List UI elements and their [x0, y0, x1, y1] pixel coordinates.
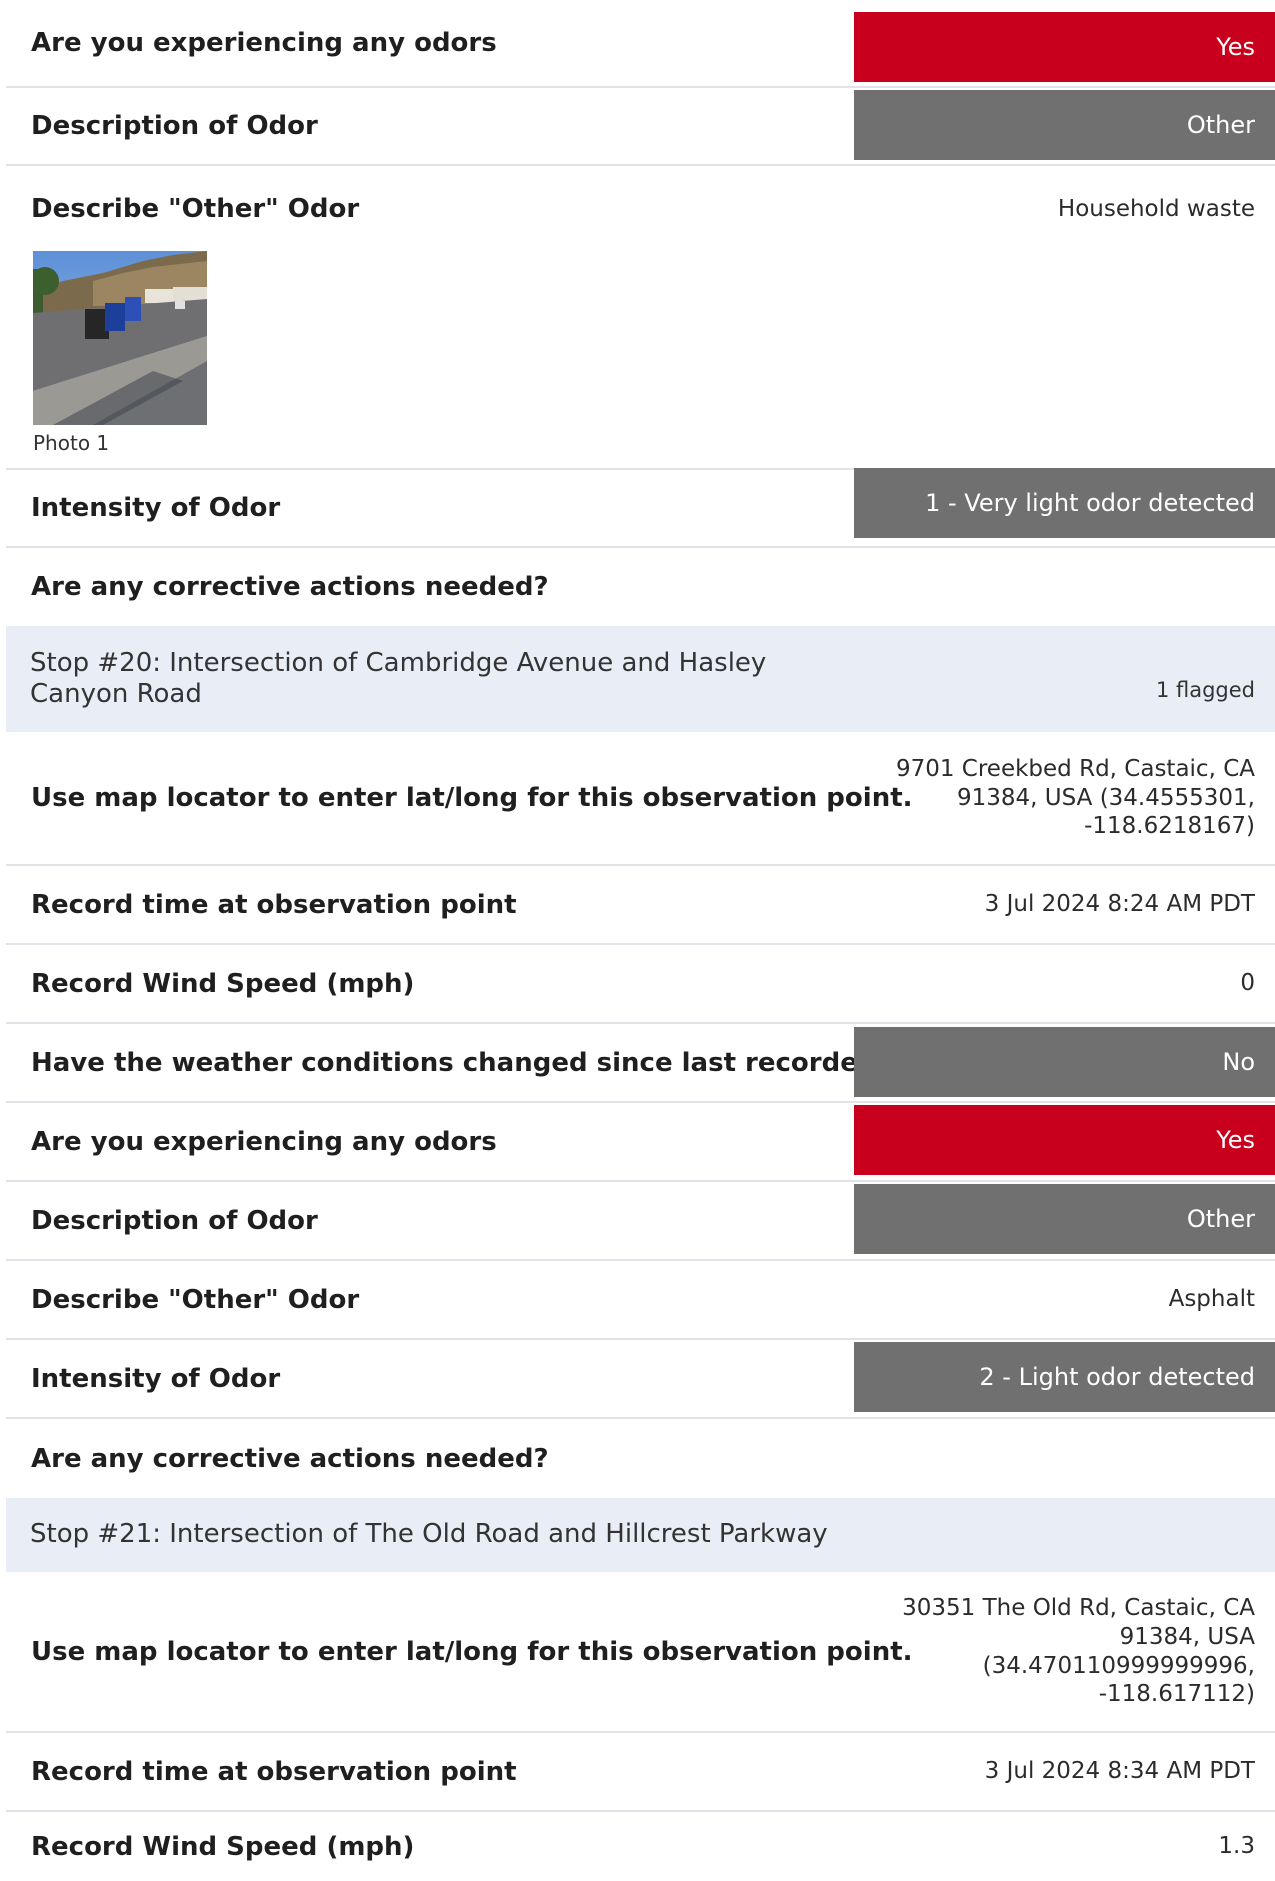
- location-value: 9701 Creekbed Rd, Castaic, CA 91384, USA…: [895, 755, 1255, 840]
- answer-value: Household waste: [1057, 195, 1255, 222]
- answer-badge-yes: Yes: [854, 1105, 1275, 1175]
- question-label: Have the weather conditions changed sinc…: [31, 1047, 892, 1078]
- question-row: Describe "Other" Odor Asphalt: [6, 1261, 1275, 1340]
- question-row: Are you experiencing any odors Yes: [6, 0, 1275, 88]
- question-label: Description of Odor: [31, 1205, 318, 1236]
- question-row: Description of Odor Other: [6, 1182, 1275, 1261]
- stop-title: Stop #20: Intersection of Cambridge Aven…: [30, 647, 767, 709]
- question-row: Record time at observation point 3 Jul 2…: [6, 1733, 1275, 1812]
- stop-header[interactable]: Stop #21: Intersection of The Old Road a…: [6, 1498, 1275, 1572]
- question-label: Use map locator to enter lat/long for th…: [31, 783, 913, 813]
- answer-value: 3 Jul 2024 8:24 AM PDT: [984, 891, 1255, 918]
- answer-value: 0: [1240, 970, 1255, 997]
- question-row: Record Wind Speed (mph) 1.3: [6, 1812, 1275, 1881]
- question-label: Describe "Other" Odor: [31, 1284, 360, 1315]
- photo-attachment[interactable]: Photo 1: [33, 251, 207, 455]
- question-label: Are you experiencing any odors: [31, 1126, 497, 1157]
- question-row: Use map locator to enter lat/long for th…: [6, 1572, 1275, 1733]
- question-label: Record Wind Speed (mph): [31, 1831, 415, 1862]
- question-row: Are any corrective actions needed?: [6, 548, 1275, 626]
- question-row: Use map locator to enter lat/long for th…: [6, 732, 1275, 866]
- question-row: Have the weather conditions changed sinc…: [6, 1024, 1275, 1103]
- question-label: Record time at observation point: [31, 1756, 517, 1787]
- question-label: Describe "Other" Odor: [31, 194, 360, 224]
- question-row: Describe "Other" Odor Household waste Ph…: [6, 166, 1275, 470]
- question-label: Description of Odor: [31, 111, 318, 141]
- question-label: Intensity of Odor: [31, 493, 281, 523]
- answer-badge: 1 - Very light odor detected: [854, 468, 1275, 538]
- photo-caption: Photo 1: [33, 431, 110, 455]
- answer-value: 3 Jul 2024 8:34 AM PDT: [984, 1758, 1255, 1785]
- answer-value: Asphalt: [1168, 1286, 1255, 1313]
- question-row: Record time at observation point 3 Jul 2…: [6, 866, 1275, 945]
- photo-thumbnail[interactable]: [33, 251, 207, 425]
- answer-value: 1.3: [1218, 1833, 1255, 1860]
- question-row: Intensity of Odor 2 - Light odor detecte…: [6, 1340, 1275, 1419]
- answer-badge: Other: [854, 90, 1275, 160]
- question-label: Are any corrective actions needed?: [31, 1443, 549, 1474]
- answer-badge-yes: Yes: [854, 12, 1275, 82]
- answer-badge: No: [854, 1027, 1275, 1097]
- question-row: Description of Odor Other: [6, 88, 1275, 166]
- location-value: 30351 The Old Rd, Castaic, CA 91384, USA…: [902, 1595, 1255, 1708]
- answer-badge: Other: [854, 1184, 1275, 1254]
- question-row: Are any corrective actions needed?: [6, 1419, 1275, 1498]
- question-label: Are you experiencing any odors: [31, 28, 497, 58]
- question-row: Intensity of Odor 1 - Very light odor de…: [6, 468, 1275, 548]
- answer-badge: 2 - Light odor detected: [854, 1342, 1275, 1412]
- question-label: Record time at observation point: [31, 889, 517, 920]
- question-row: Are you experiencing any odors Yes: [6, 1103, 1275, 1182]
- stop-title: Stop #21: Intersection of The Old Road a…: [30, 1519, 828, 1550]
- flagged-count: 1 flagged: [1155, 678, 1255, 702]
- question-label: Record Wind Speed (mph): [31, 968, 415, 999]
- question-label: Use map locator to enter lat/long for th…: [31, 1636, 913, 1667]
- question-label: Are any corrective actions needed?: [31, 572, 549, 602]
- question-label: Intensity of Odor: [31, 1363, 281, 1394]
- stop-header[interactable]: Stop #20: Intersection of Cambridge Aven…: [6, 626, 1275, 732]
- question-row: Record Wind Speed (mph) 0: [6, 945, 1275, 1024]
